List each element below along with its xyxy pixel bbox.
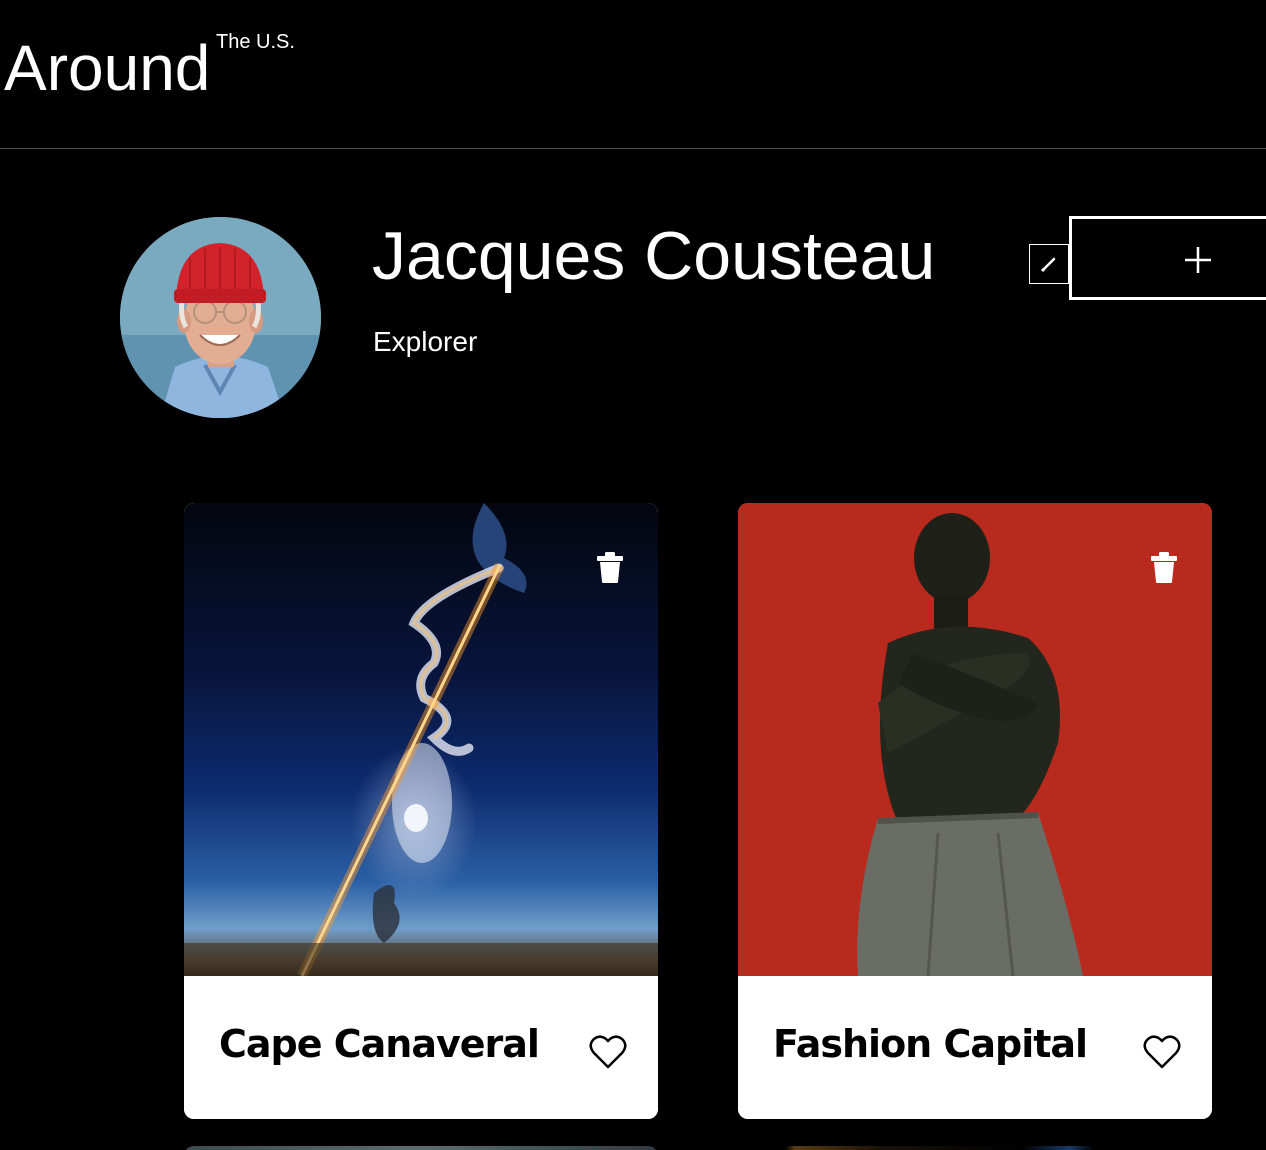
profile-name: Jacques Cousteau	[372, 218, 936, 294]
like-button[interactable]	[1143, 1034, 1181, 1070]
card: Fashion Capital	[738, 503, 1212, 1119]
header: Around The U.S.	[0, 0, 1266, 149]
heart-icon	[1143, 1035, 1181, 1069]
page: Around The U.S. Jacques Cousteau Explore…	[0, 0, 1266, 1150]
card-title: Cape Canaveral	[219, 1022, 540, 1066]
like-button[interactable]	[589, 1034, 627, 1070]
profile-about: Explorer	[373, 326, 478, 357]
trash-icon	[1151, 552, 1177, 583]
card-footer: Cape Canaveral	[184, 976, 658, 1119]
avatar-portrait	[120, 217, 321, 418]
card-image[interactable]	[184, 503, 658, 976]
card-footer: Fashion Capital	[738, 976, 1212, 1119]
plus-icon	[1185, 247, 1211, 273]
fashion-portrait-illustration	[738, 503, 1212, 976]
logo-text: Around	[4, 32, 211, 104]
add-card-button[interactable]	[1069, 216, 1266, 300]
card-image[interactable]	[738, 503, 1212, 976]
card-image-partial[interactable]	[738, 1146, 1212, 1150]
rocket-launch-illustration	[184, 503, 658, 976]
card-title: Fashion Capital	[773, 1022, 1088, 1066]
pencil-icon	[1040, 257, 1056, 273]
delete-card-button[interactable]	[1148, 550, 1180, 584]
card: Cape Canaveral	[184, 503, 658, 1119]
card-image-partial[interactable]	[184, 1146, 658, 1150]
heart-icon	[589, 1035, 627, 1069]
trash-icon	[597, 552, 623, 583]
edit-profile-button[interactable]	[1029, 244, 1069, 284]
delete-card-button[interactable]	[594, 550, 626, 584]
logo-superscript: The U.S.	[216, 31, 295, 53]
avatar[interactable]	[120, 217, 321, 418]
